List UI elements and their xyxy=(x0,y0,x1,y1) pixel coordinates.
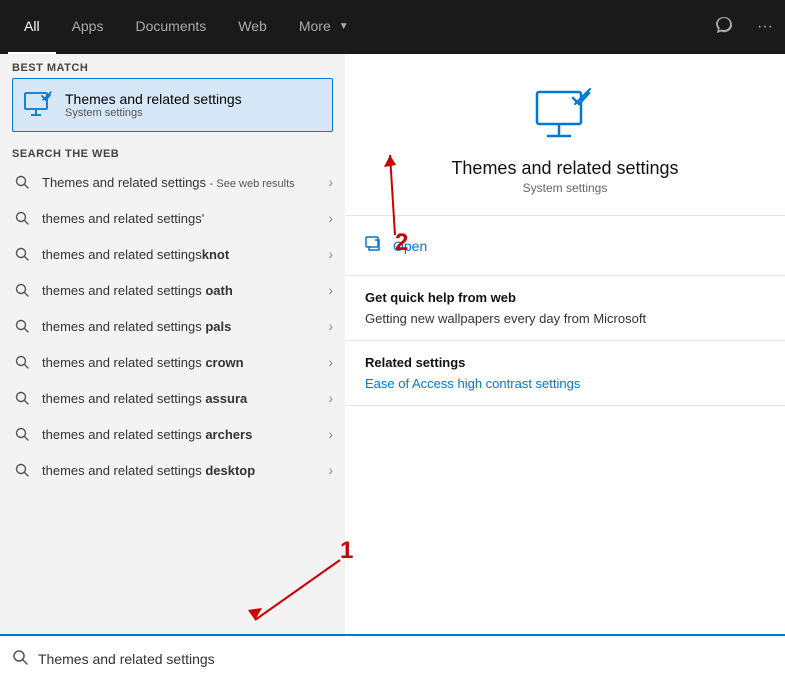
search-icon xyxy=(12,424,32,444)
search-bar xyxy=(0,634,785,682)
chevron-right-icon: › xyxy=(328,462,333,478)
open-icon xyxy=(365,234,383,257)
best-match-section: Best match Themes and related settings xyxy=(0,54,345,136)
search-icon xyxy=(12,316,32,336)
result-text: themes and related settings archers xyxy=(42,427,328,442)
chevron-right-icon: › xyxy=(328,318,333,334)
web-search-section: Search the web Themes and related settin… xyxy=(0,136,345,488)
tab-web[interactable]: Web xyxy=(222,0,283,54)
quick-help-text: Getting new wallpapers every day from Mi… xyxy=(365,311,765,326)
top-nav: All Apps Documents Web More ▼ ··· xyxy=(0,0,785,54)
related-settings-title: Related settings xyxy=(365,355,765,370)
search-icon xyxy=(12,388,32,408)
chevron-right-icon: › xyxy=(328,210,333,226)
best-match-subtitle: System settings xyxy=(65,107,242,119)
nav-icons: ··· xyxy=(711,12,777,43)
result-text: themes and related settings pals xyxy=(42,319,328,334)
main-content: Best match Themes and related settings xyxy=(0,54,785,634)
search-bar-icon xyxy=(12,649,28,670)
open-label[interactable]: Open xyxy=(393,238,427,254)
chevron-right-icon: › xyxy=(328,174,333,190)
search-input[interactable] xyxy=(38,651,773,667)
right-header: Themes and related settings System setti… xyxy=(345,54,785,216)
right-actions: Open xyxy=(345,216,785,276)
result-text: themes and related settings assura xyxy=(42,391,328,406)
result-text: themes and related settingsknot xyxy=(42,247,328,262)
chevron-right-icon: › xyxy=(328,282,333,298)
list-item[interactable]: themes and related settings' › xyxy=(0,200,345,236)
search-icon xyxy=(12,460,32,480)
right-panel-icon xyxy=(533,84,597,148)
result-text: themes and related settings oath xyxy=(42,283,328,298)
search-icon xyxy=(12,280,32,300)
right-panel-title: Themes and related settings xyxy=(451,158,678,179)
best-match-item[interactable]: Themes and related settings System setti… xyxy=(12,78,333,132)
list-item[interactable]: themes and related settings archers › xyxy=(0,416,345,452)
right-panel: Themes and related settings System setti… xyxy=(345,54,785,634)
result-text: themes and related settings crown xyxy=(42,355,328,370)
chevron-down-icon: ▼ xyxy=(339,21,349,32)
right-panel-subtitle: System settings xyxy=(523,181,608,195)
chevron-right-icon: › xyxy=(328,354,333,370)
left-panel: Best match Themes and related settings xyxy=(0,54,345,634)
tab-documents[interactable]: Documents xyxy=(119,0,222,54)
best-match-text: Themes and related settings System setti… xyxy=(65,91,242,119)
list-item[interactable]: themes and related settings pals › xyxy=(0,308,345,344)
list-item[interactable]: themes and related settings oath › xyxy=(0,272,345,308)
search-icon xyxy=(12,208,32,228)
search-icon xyxy=(12,244,32,264)
feedback-icon[interactable] xyxy=(711,12,737,43)
quick-help-section: Get quick help from web Getting new wall… xyxy=(345,276,785,341)
open-action[interactable]: Open xyxy=(365,230,765,261)
list-item[interactable]: Themes and related settings - See web re… xyxy=(0,164,345,200)
related-settings-text[interactable]: Ease of Access high contrast settings xyxy=(365,376,765,391)
search-icon xyxy=(12,352,32,372)
best-match-title: Themes and related settings xyxy=(65,91,242,107)
result-text: themes and related settings' xyxy=(42,211,328,226)
list-item[interactable]: themes and related settings desktop › xyxy=(0,452,345,488)
quick-help-title: Get quick help from web xyxy=(365,290,765,305)
ellipsis-icon[interactable]: ··· xyxy=(753,14,777,40)
tab-all[interactable]: All xyxy=(8,0,56,54)
settings-icon xyxy=(23,89,55,121)
list-item[interactable]: themes and related settings assura › xyxy=(0,380,345,416)
tab-apps[interactable]: Apps xyxy=(56,0,120,54)
chevron-right-icon: › xyxy=(328,426,333,442)
list-item[interactable]: themes and related settingsknot › xyxy=(0,236,345,272)
web-section-label: Search the web xyxy=(0,144,345,164)
result-text: Themes and related settings - See web re… xyxy=(42,175,328,190)
related-settings-section: Related settings Ease of Access high con… xyxy=(345,341,785,406)
chevron-right-icon: › xyxy=(328,390,333,406)
best-match-label: Best match xyxy=(12,62,333,74)
search-icon xyxy=(12,172,32,192)
result-text: themes and related settings desktop xyxy=(42,463,328,478)
chevron-right-icon: › xyxy=(328,246,333,262)
tab-more[interactable]: More ▼ xyxy=(283,0,365,54)
list-item[interactable]: themes and related settings crown › xyxy=(0,344,345,380)
